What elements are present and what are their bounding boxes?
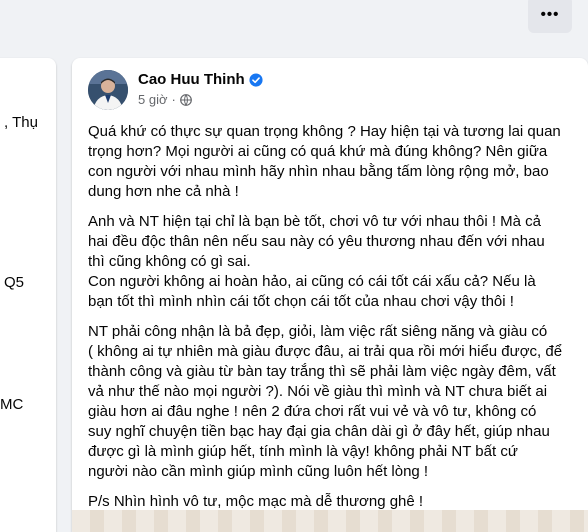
meta-separator: · bbox=[171, 92, 176, 107]
text-line: dung hơn nhe cả nhà ! bbox=[88, 183, 239, 200]
author-row: Cao Huu Thinh bbox=[138, 71, 263, 88]
text-line: người nào cần mình giúp mình cũng luôn h… bbox=[88, 463, 429, 480]
post-paragraph: Quá khứ có thực sự quan trọng không ? Ha… bbox=[88, 122, 578, 202]
post-text: Quá khứ có thực sự quan trọng không ? Ha… bbox=[88, 122, 578, 512]
globe-icon[interactable] bbox=[179, 93, 192, 106]
left-sidebar-card: , Thụ Q5 MC bbox=[0, 58, 56, 532]
left-text-fragment: MC bbox=[0, 396, 24, 413]
text-line: giàu hơn ai đâu nghe ! nên 2 đứa chơi rấ… bbox=[88, 403, 537, 420]
post-meta: 5 giờ · bbox=[138, 92, 192, 107]
more-options-button[interactable]: ••• bbox=[528, 0, 572, 33]
more-options-icon: ••• bbox=[540, 6, 560, 23]
text-line: bạn tốt thì mình nhìn cái tốt chọn cái t… bbox=[88, 293, 514, 310]
text-line: P/s Nhìn hình vô tư, mộc mạc mà dễ thươn… bbox=[88, 493, 424, 510]
text-line: con người với nhau mình hãy nhìn nhau bằ… bbox=[88, 163, 549, 180]
verified-badge-icon bbox=[249, 72, 263, 87]
post-paragraph: Anh và NT hiện tại chỉ là bạn bè tốt, ch… bbox=[88, 212, 578, 312]
left-text-fragment: Q5 bbox=[4, 274, 25, 291]
text-line: Quá khứ có thực sự quan trọng không ? Ha… bbox=[88, 123, 561, 140]
post-photo[interactable] bbox=[72, 510, 588, 532]
text-line: vả như thế nào mọi người ?). Nói về giàu… bbox=[88, 383, 548, 400]
avatar[interactable] bbox=[88, 70, 128, 110]
post-paragraph: P/s Nhìn hình vô tư, mộc mạc mà dễ thươn… bbox=[88, 492, 578, 512]
text-line: suy nghĩ chuyện tiền bạc hay đại gia châ… bbox=[88, 423, 550, 440]
text-line: Con người không ai hoàn hảo, ai cũng có … bbox=[88, 273, 536, 290]
text-line: NT phải công nhận là bả đẹp, giỏi, làm v… bbox=[88, 323, 548, 340]
text-line: thành công và giàu từ bàn tay trắng thì … bbox=[88, 363, 556, 380]
text-line: thì cũng không có gì sai. bbox=[88, 253, 251, 270]
post-card: Cao Huu Thinh 5 giờ · Quá khứ có thực sự… bbox=[72, 58, 588, 532]
text-line: được gì là mình giúp hết, tính mình là v… bbox=[88, 443, 518, 460]
left-text-fragment: , Thụ bbox=[4, 114, 38, 131]
text-line: Anh và NT hiện tại chỉ là bạn bè tốt, ch… bbox=[88, 213, 542, 230]
text-line: trọng hơn? Mọi người ai cũng có quá khứ … bbox=[88, 143, 548, 160]
text-line: ( không ai tự nhiên mà giàu được đâu, ai… bbox=[88, 343, 563, 360]
feed-page: ••• , Thụ Q5 MC Cao Huu Thinh 5 giờ · Qu… bbox=[0, 0, 588, 532]
text-line: hai đều độc thân nên nếu sau này có yêu … bbox=[88, 233, 545, 250]
post-paragraph: NT phải công nhận là bả đẹp, giỏi, làm v… bbox=[88, 322, 578, 482]
post-time[interactable]: 5 giờ bbox=[138, 92, 168, 107]
avatar-photo bbox=[88, 70, 128, 110]
author-name[interactable]: Cao Huu Thinh bbox=[138, 71, 245, 88]
top-bar: ••• bbox=[0, 0, 588, 43]
